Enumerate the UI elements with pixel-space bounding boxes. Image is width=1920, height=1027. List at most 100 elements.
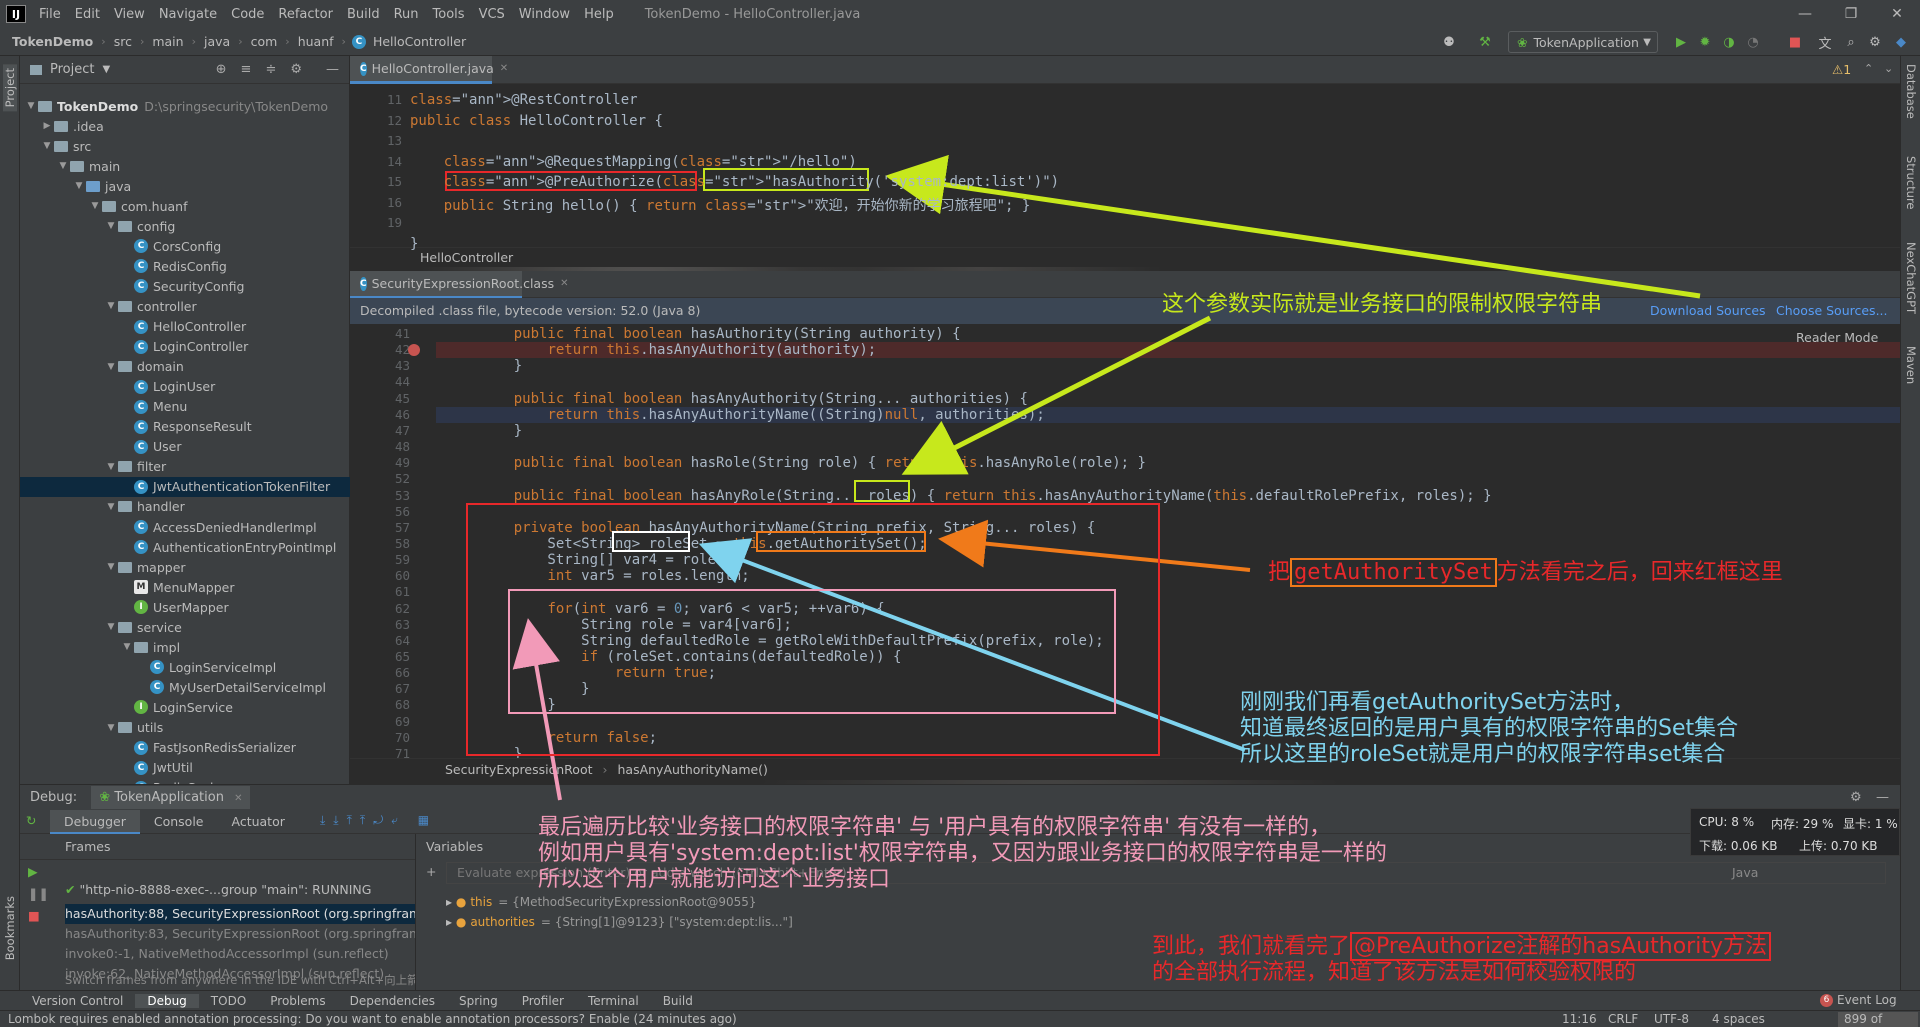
- pause-icon[interactable]: ❚❚: [28, 886, 49, 901]
- tree-item[interactable]: I UserMapper: [20, 597, 350, 617]
- menu-item-navigate[interactable]: Navigate: [152, 7, 224, 22]
- tree-item[interactable]: C LoginServiceImpl: [20, 657, 350, 677]
- chevron-down-icon[interactable]: ▼: [88, 201, 102, 211]
- tree-item[interactable]: C AccessDeniedHandlerImpl: [20, 517, 350, 537]
- chevron-down-icon[interactable]: ▼: [104, 562, 118, 572]
- tree-item[interactable]: C JwtAuthenticationTokenFilter: [20, 476, 350, 497]
- menu-item-run[interactable]: Run: [387, 7, 426, 22]
- line-separator[interactable]: CRLF: [1608, 1011, 1638, 1027]
- plugin-icon[interactable]: ◆: [1892, 33, 1910, 51]
- menu-item-refactor[interactable]: Refactor: [271, 7, 340, 22]
- memory-indicator[interactable]: 899 of 1979M: [1838, 1012, 1918, 1027]
- chevron-down-icon[interactable]: ▼: [104, 301, 118, 311]
- tree-item[interactable]: M MenuMapper: [20, 577, 350, 597]
- tool-window-version-control[interactable]: Version Control: [20, 994, 135, 1008]
- tree-item[interactable]: C Menu: [20, 397, 350, 417]
- tree-item[interactable]: C CorsConfig: [20, 236, 350, 256]
- breadcrumb-item[interactable]: main: [150, 34, 185, 49]
- debug-tab-actuator[interactable]: Actuator: [218, 810, 299, 834]
- tool-window-debug[interactable]: Debug: [135, 993, 199, 1008]
- run-configuration-select[interactable]: ❀ TokenApplication ▼: [1508, 31, 1658, 53]
- restore-icon[interactable]: ❐: [1828, 0, 1874, 28]
- tree-item[interactable]: C User: [20, 437, 350, 457]
- tree-item[interactable]: ▼ com.huanf: [20, 196, 350, 216]
- tree-item[interactable]: C LoginUser: [20, 377, 350, 397]
- tree-item[interactable]: C ResponseResult: [20, 417, 350, 437]
- status-message[interactable]: Lombok requires enabled annotation proce…: [8, 1012, 737, 1026]
- thread-select[interactable]: ✔ "http-nio-8888-exec-...group "main": R…: [65, 878, 435, 902]
- tree-item[interactable]: ▼ controller: [20, 296, 350, 316]
- menu-item-help[interactable]: Help: [577, 7, 621, 22]
- tree-item[interactable]: ▼ domain: [20, 357, 350, 377]
- tree-item[interactable]: C MyUserDetailServiceImpl: [20, 677, 350, 697]
- tree-item[interactable]: ▼ impl: [20, 637, 350, 657]
- tree-item[interactable]: C LoginController: [20, 337, 350, 357]
- warning-indicator[interactable]: ⚠1: [1832, 62, 1851, 77]
- stop-icon[interactable]: ■: [28, 908, 40, 923]
- tool-window-profiler[interactable]: Profiler: [510, 994, 576, 1008]
- close-icon[interactable]: ✕: [1874, 0, 1920, 28]
- editor-breadcrumb[interactable]: HelloController: [350, 247, 1900, 267]
- chevron-down-icon[interactable]: ▼: [104, 362, 118, 372]
- add-watch-icon[interactable]: +: [426, 864, 436, 879]
- tab-hello-controller[interactable]: C HelloController.java ✕: [350, 56, 508, 84]
- variable-row[interactable]: ▸ ● this = {MethodSecurityExpressionRoot@9…: [446, 892, 757, 912]
- maven-tool-button[interactable]: Maven: [1904, 346, 1918, 384]
- tool-window-build[interactable]: Build: [651, 994, 705, 1008]
- tool-window-problems[interactable]: Problems: [258, 994, 337, 1008]
- tree-item[interactable]: ▼ main: [20, 156, 350, 176]
- tool-window-todo[interactable]: TODO: [199, 994, 258, 1008]
- menu-item-window[interactable]: Window: [512, 7, 577, 22]
- user-icon[interactable]: ⚉: [1440, 33, 1458, 51]
- menu-item-file[interactable]: File: [32, 7, 68, 22]
- run-icon[interactable]: ▶: [1672, 33, 1690, 51]
- rerun-icon[interactable]: ↻: [26, 813, 36, 828]
- menu-item-build[interactable]: Build: [340, 7, 387, 22]
- tree-item[interactable]: ▼ handler: [20, 497, 350, 517]
- stop-icon[interactable]: ■: [1786, 33, 1804, 51]
- tree-item[interactable]: ▶ .idea: [20, 116, 350, 136]
- tree-item[interactable]: ▼ filter: [20, 457, 350, 477]
- breadcrumb-item[interactable]: src: [112, 34, 134, 49]
- chevron-down-icon[interactable]: ▼: [40, 141, 54, 151]
- build-hammer-icon[interactable]: ⚒: [1476, 33, 1494, 51]
- language-select[interactable]: Java: [1732, 863, 1758, 883]
- next-highlight-icon[interactable]: ⌄: [1884, 62, 1893, 75]
- chevron-right-icon[interactable]: ▶: [40, 121, 54, 131]
- chevron-down-icon[interactable]: ▼: [56, 161, 70, 171]
- breadcrumb-item[interactable]: HelloController: [371, 34, 468, 49]
- close-tab-icon[interactable]: ✕: [560, 278, 568, 289]
- profile-icon[interactable]: ◔: [1744, 33, 1762, 51]
- search-icon[interactable]: ⌕: [1842, 33, 1860, 51]
- menu-item-edit[interactable]: Edit: [68, 7, 107, 22]
- menu-item-vcs[interactable]: VCS: [472, 7, 512, 22]
- bookmarks-tool-button[interactable]: Bookmarks: [3, 896, 17, 960]
- variable-row[interactable]: ▸ ● authorities = {String[1]@9123} ["syste…: [446, 912, 793, 932]
- coverage-icon[interactable]: ◑: [1720, 33, 1738, 51]
- debug-tab-debugger[interactable]: Debugger: [50, 810, 140, 834]
- translate-icon[interactable]: 文: [1816, 33, 1834, 52]
- chevron-down-icon[interactable]: ▼: [104, 622, 118, 632]
- tree-item[interactable]: ▼ java: [20, 176, 350, 196]
- menu-item-view[interactable]: View: [107, 7, 152, 22]
- tool-window-spring[interactable]: Spring: [447, 994, 510, 1008]
- breadcrumb-item[interactable]: com: [249, 34, 280, 49]
- tree-item[interactable]: C RedisConfig: [20, 256, 350, 276]
- stack-frame[interactable]: hasAuthority:88, SecurityExpressionRoot …: [65, 904, 415, 924]
- tree-item[interactable]: ▼ service: [20, 617, 350, 637]
- neochatgpt-tool-button[interactable]: NexChatGPT: [1904, 242, 1918, 314]
- download-sources-link[interactable]: Download Sources: [1650, 298, 1766, 324]
- stack-frame[interactable]: hasAuthority:83, SecurityExpressionRoot …: [65, 924, 415, 944]
- project-tool-button[interactable]: Project: [3, 64, 17, 112]
- chevron-down-icon[interactable]: ▼: [104, 221, 118, 231]
- tree-item[interactable]: C AuthenticationEntryPointImpl: [20, 537, 350, 557]
- step-controls[interactable]: ⤓⤓⤒⤒⤾⤶ ▦: [320, 813, 437, 828]
- breadcrumb-method[interactable]: hasAnyAuthorityName(): [617, 762, 767, 777]
- chevron-down-icon[interactable]: ▼: [102, 64, 110, 75]
- file-encoding[interactable]: UTF-8: [1654, 1011, 1689, 1027]
- tree-item[interactable]: ▼ mapper: [20, 557, 350, 577]
- debug-tab-console[interactable]: Console: [140, 810, 218, 834]
- breadcrumb-item[interactable]: java: [202, 34, 232, 49]
- breadcrumb-item[interactable]: huanf: [296, 34, 336, 49]
- stack-frame[interactable]: invoke0:-1, NativeMethodAccessorImpl (su…: [65, 944, 415, 964]
